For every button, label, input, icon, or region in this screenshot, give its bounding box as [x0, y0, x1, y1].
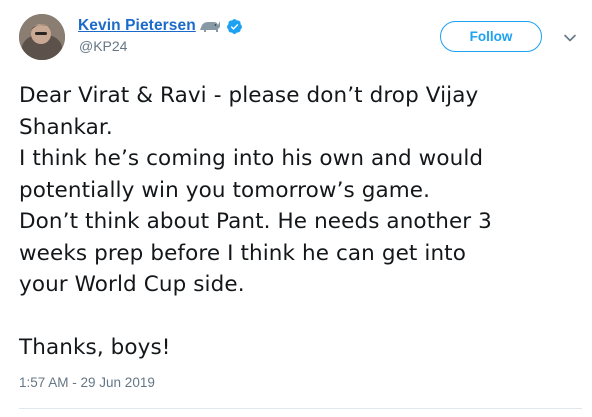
verified-badge-icon: [226, 18, 243, 35]
tweet-line: Shankar.: [19, 114, 113, 140]
chevron-down-icon[interactable]: [563, 30, 577, 42]
tweet-text: Dear Virat & Ravi - please don’t drop Vi…: [19, 80, 584, 364]
tweet-timestamp[interactable]: 1:57 AM - 29 Jun 2019: [19, 375, 155, 390]
tweet-line: your World Cup side.: [19, 272, 245, 297]
display-name-link[interactable]: Kevin Pietersen: [78, 17, 196, 35]
tweet-line: Don’t think about Pant. He needs another…: [19, 209, 492, 234]
name-row: Kevin Pietersen: [78, 15, 243, 37]
tweet-line: potentially win you tomorrow’s game.: [19, 177, 431, 203]
tweet-line: Dear Virat & Ravi - please don’t drop Vi…: [19, 83, 479, 108]
tweet-card: Kevin Pietersen @KP24 Follow Dear Virat …: [0, 0, 592, 417]
rhino-icon: [198, 18, 222, 34]
tweet-line: weeks prep before I think he can get int…: [19, 240, 466, 266]
tweet-line: I think he’s coming into his own and wou…: [19, 146, 484, 171]
tweet-signoff: Thanks, boys!: [19, 335, 171, 360]
divider: [19, 408, 582, 409]
user-handle: @KP24: [79, 38, 128, 54]
follow-button[interactable]: Follow: [440, 21, 542, 52]
avatar[interactable]: [19, 14, 65, 60]
